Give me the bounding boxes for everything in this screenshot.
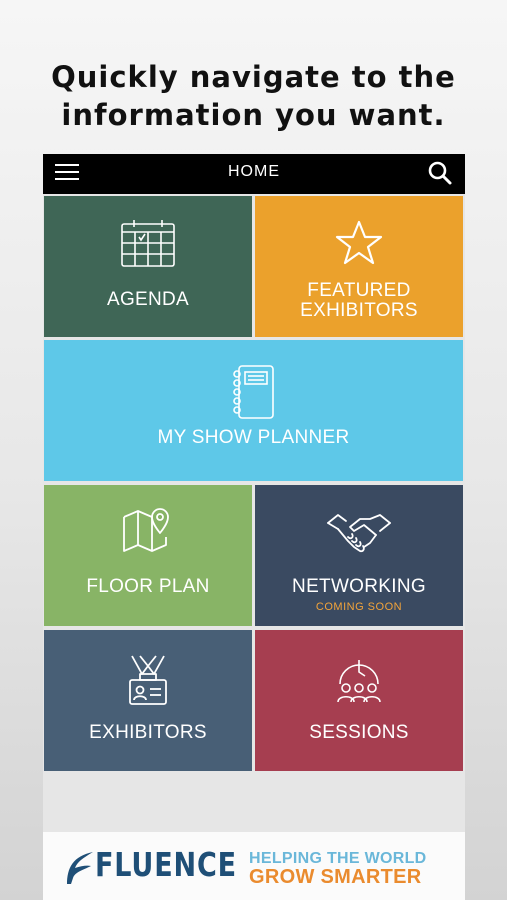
page-title: HOME: [228, 163, 280, 180]
tile-label: AGENDA: [106, 289, 190, 310]
headline-line-1: Quickly navigate to the: [51, 60, 456, 94]
app-screen: HOME AGENDA FEATURED EXHIBITORS MY SHOW …: [43, 154, 465, 900]
tile-label: EXHIBITORS: [89, 722, 207, 743]
fluence-logo-icon: [67, 852, 93, 884]
map-pin-icon: [123, 508, 169, 552]
clock-people-icon: [337, 660, 381, 703]
badge-icon: [129, 655, 167, 705]
tagline-line-2: GROW SMARTER: [249, 866, 422, 888]
star-icon: [335, 220, 383, 265]
calendar-icon: [121, 220, 175, 267]
tile-label: FLOOR PLAN: [86, 576, 210, 597]
tile-networking[interactable]: NETWORKING COMING SOON: [255, 485, 463, 626]
notebook-icon: [232, 365, 274, 419]
tile-exhibitors[interactable]: EXHIBITORS: [44, 630, 252, 771]
tile-agenda[interactable]: AGENDA: [44, 196, 252, 337]
tile-label-line-1: FEATURED: [307, 280, 411, 301]
tile-sessions[interactable]: SESSIONS: [255, 630, 463, 771]
tile-label: NETWORKING: [292, 576, 426, 597]
tile-label: MY SHOW PLANNER: [157, 427, 350, 448]
tile-floor-plan[interactable]: FLOOR PLAN: [44, 485, 252, 626]
top-bar: HOME: [43, 154, 465, 194]
tile-label: SESSIONS: [309, 722, 409, 743]
search-icon[interactable]: [427, 160, 453, 186]
promo-headline: Quickly navigate to the information you …: [0, 58, 507, 134]
brand-name: FLUENCE: [95, 845, 237, 884]
coming-soon-label: COMING SOON: [315, 601, 403, 613]
sponsor-banner[interactable]: FLUENCE HELPING THE WORLD GROW SMARTER: [43, 832, 465, 900]
handshake-icon: [327, 514, 391, 553]
headline-line-2: information you want.: [61, 98, 446, 132]
tile-label-line-2: EXHIBITORS: [300, 300, 418, 321]
tile-my-show-planner[interactable]: MY SHOW PLANNER: [44, 340, 463, 481]
tile-featured-exhibitors[interactable]: FEATURED EXHIBITORS: [255, 196, 463, 337]
